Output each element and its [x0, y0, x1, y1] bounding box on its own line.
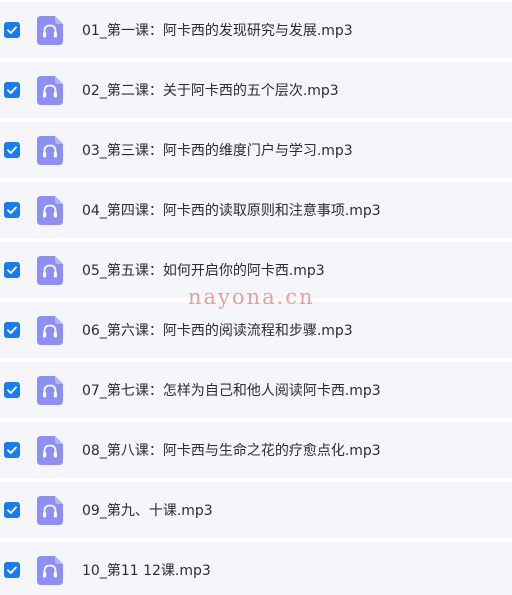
file-row[interactable]: 08_第八课：阿卡西与生命之花的疗愈点化.mp3 [0, 422, 512, 478]
file-name[interactable]: 08_第八课：阿卡西与生命之花的疗愈点化.mp3 [82, 440, 381, 460]
headphones-icon [37, 555, 63, 585]
audio-file-icon [37, 555, 63, 585]
file-checkbox[interactable] [4, 442, 20, 458]
file-checkbox[interactable] [4, 382, 20, 398]
file-row[interactable]: 04_第四课：阿卡西的读取原则和注意事项.mp3 [0, 182, 512, 238]
checkmark-icon [7, 386, 17, 394]
audio-file-icon [37, 135, 63, 165]
file-name[interactable]: 10_第11 12课.mp3 [82, 560, 211, 580]
file-row[interactable]: 07_第七课：怎样为自己和他人阅读阿卡西.mp3 [0, 362, 512, 418]
headphones-icon [37, 435, 63, 465]
file-checkbox[interactable] [4, 22, 20, 38]
file-name[interactable]: 07_第七课：怎样为自己和他人阅读阿卡西.mp3 [82, 380, 381, 400]
headphones-icon [37, 495, 63, 525]
audio-file-icon [37, 15, 63, 45]
watermark-text: nayona.cn [188, 285, 315, 309]
audio-file-icon [37, 315, 63, 345]
file-checkbox[interactable] [4, 142, 20, 158]
checkmark-icon [7, 566, 17, 574]
audio-file-icon [37, 255, 63, 285]
file-checkbox[interactable] [4, 562, 20, 578]
headphones-icon [37, 315, 63, 345]
headphones-icon [37, 75, 63, 105]
checkmark-icon [7, 86, 17, 94]
checkmark-icon [7, 266, 17, 274]
file-name[interactable]: 05_第五课：如何开启你的阿卡西.mp3 [82, 260, 325, 280]
audio-file-icon [37, 375, 63, 405]
audio-file-icon [37, 435, 63, 465]
file-checkbox[interactable] [4, 322, 20, 338]
audio-file-icon [37, 75, 63, 105]
checkmark-icon [7, 206, 17, 214]
file-row[interactable]: 01_第一课：阿卡西的发现研究与发展.mp3 [0, 2, 512, 58]
file-row[interactable]: 03_第三课：阿卡西的维度门户与学习.mp3 [0, 122, 512, 178]
file-name[interactable]: 09_第九、十课.mp3 [82, 500, 213, 520]
file-checkbox[interactable] [4, 82, 20, 98]
audio-file-icon [37, 495, 63, 525]
file-name[interactable]: 06_第六课：阿卡西的阅读流程和步骤.mp3 [82, 320, 353, 340]
checkmark-icon [7, 146, 17, 154]
file-row[interactable]: 09_第九、十课.mp3 [0, 482, 512, 538]
audio-file-icon [37, 195, 63, 225]
file-row[interactable]: 10_第11 12课.mp3 [0, 542, 512, 595]
file-name[interactable]: 01_第一课：阿卡西的发现研究与发展.mp3 [82, 20, 353, 40]
headphones-icon [37, 135, 63, 165]
file-checkbox[interactable] [4, 202, 20, 218]
file-checkbox[interactable] [4, 502, 20, 518]
file-row[interactable]: 02_第二课：关于阿卡西的五个层次.mp3 [0, 62, 512, 118]
checkmark-icon [7, 26, 17, 34]
file-name[interactable]: 04_第四课：阿卡西的读取原则和注意事项.mp3 [82, 200, 381, 220]
checkmark-icon [7, 326, 17, 334]
file-checkbox[interactable] [4, 262, 20, 278]
file-name[interactable]: 02_第二课：关于阿卡西的五个层次.mp3 [82, 80, 339, 100]
checkmark-icon [7, 446, 17, 454]
headphones-icon [37, 195, 63, 225]
checkmark-icon [7, 506, 17, 514]
file-name[interactable]: 03_第三课：阿卡西的维度门户与学习.mp3 [82, 140, 353, 160]
headphones-icon [37, 15, 63, 45]
file-row[interactable]: 06_第六课：阿卡西的阅读流程和步骤.mp3 [0, 302, 512, 358]
headphones-icon [37, 255, 63, 285]
headphones-icon [37, 375, 63, 405]
